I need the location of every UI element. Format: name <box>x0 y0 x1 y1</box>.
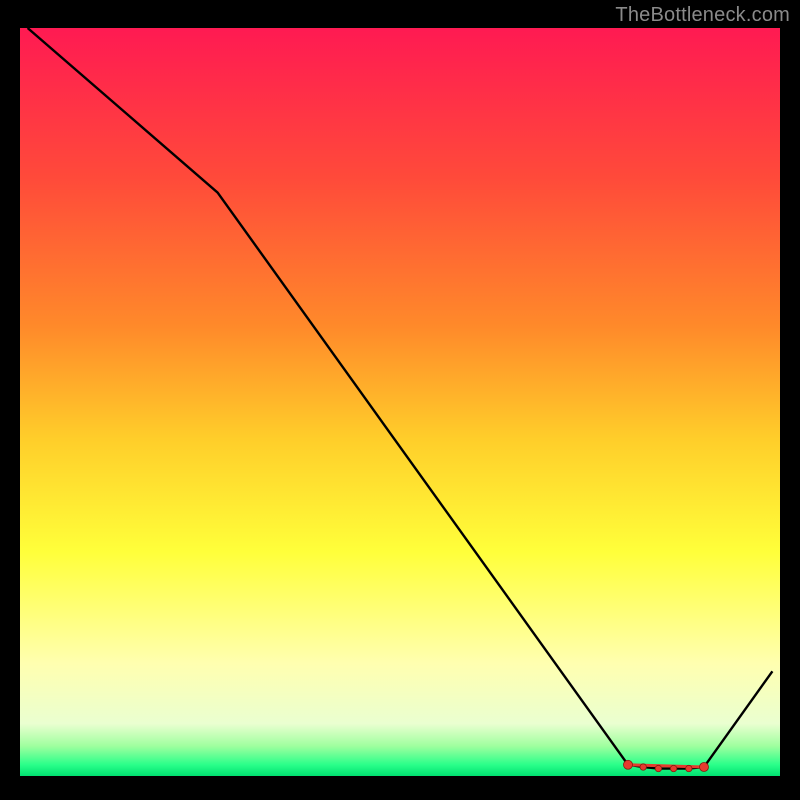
bottleneck-chart <box>20 28 780 776</box>
optimal-marker <box>640 764 646 770</box>
attribution-text: TheBottleneck.com <box>615 4 790 27</box>
optimal-marker <box>670 765 676 771</box>
optimal-marker <box>686 765 692 771</box>
gradient-background <box>20 28 780 776</box>
optimal-marker <box>655 765 661 771</box>
optimal-marker <box>624 760 633 769</box>
optimal-marker <box>700 763 709 772</box>
